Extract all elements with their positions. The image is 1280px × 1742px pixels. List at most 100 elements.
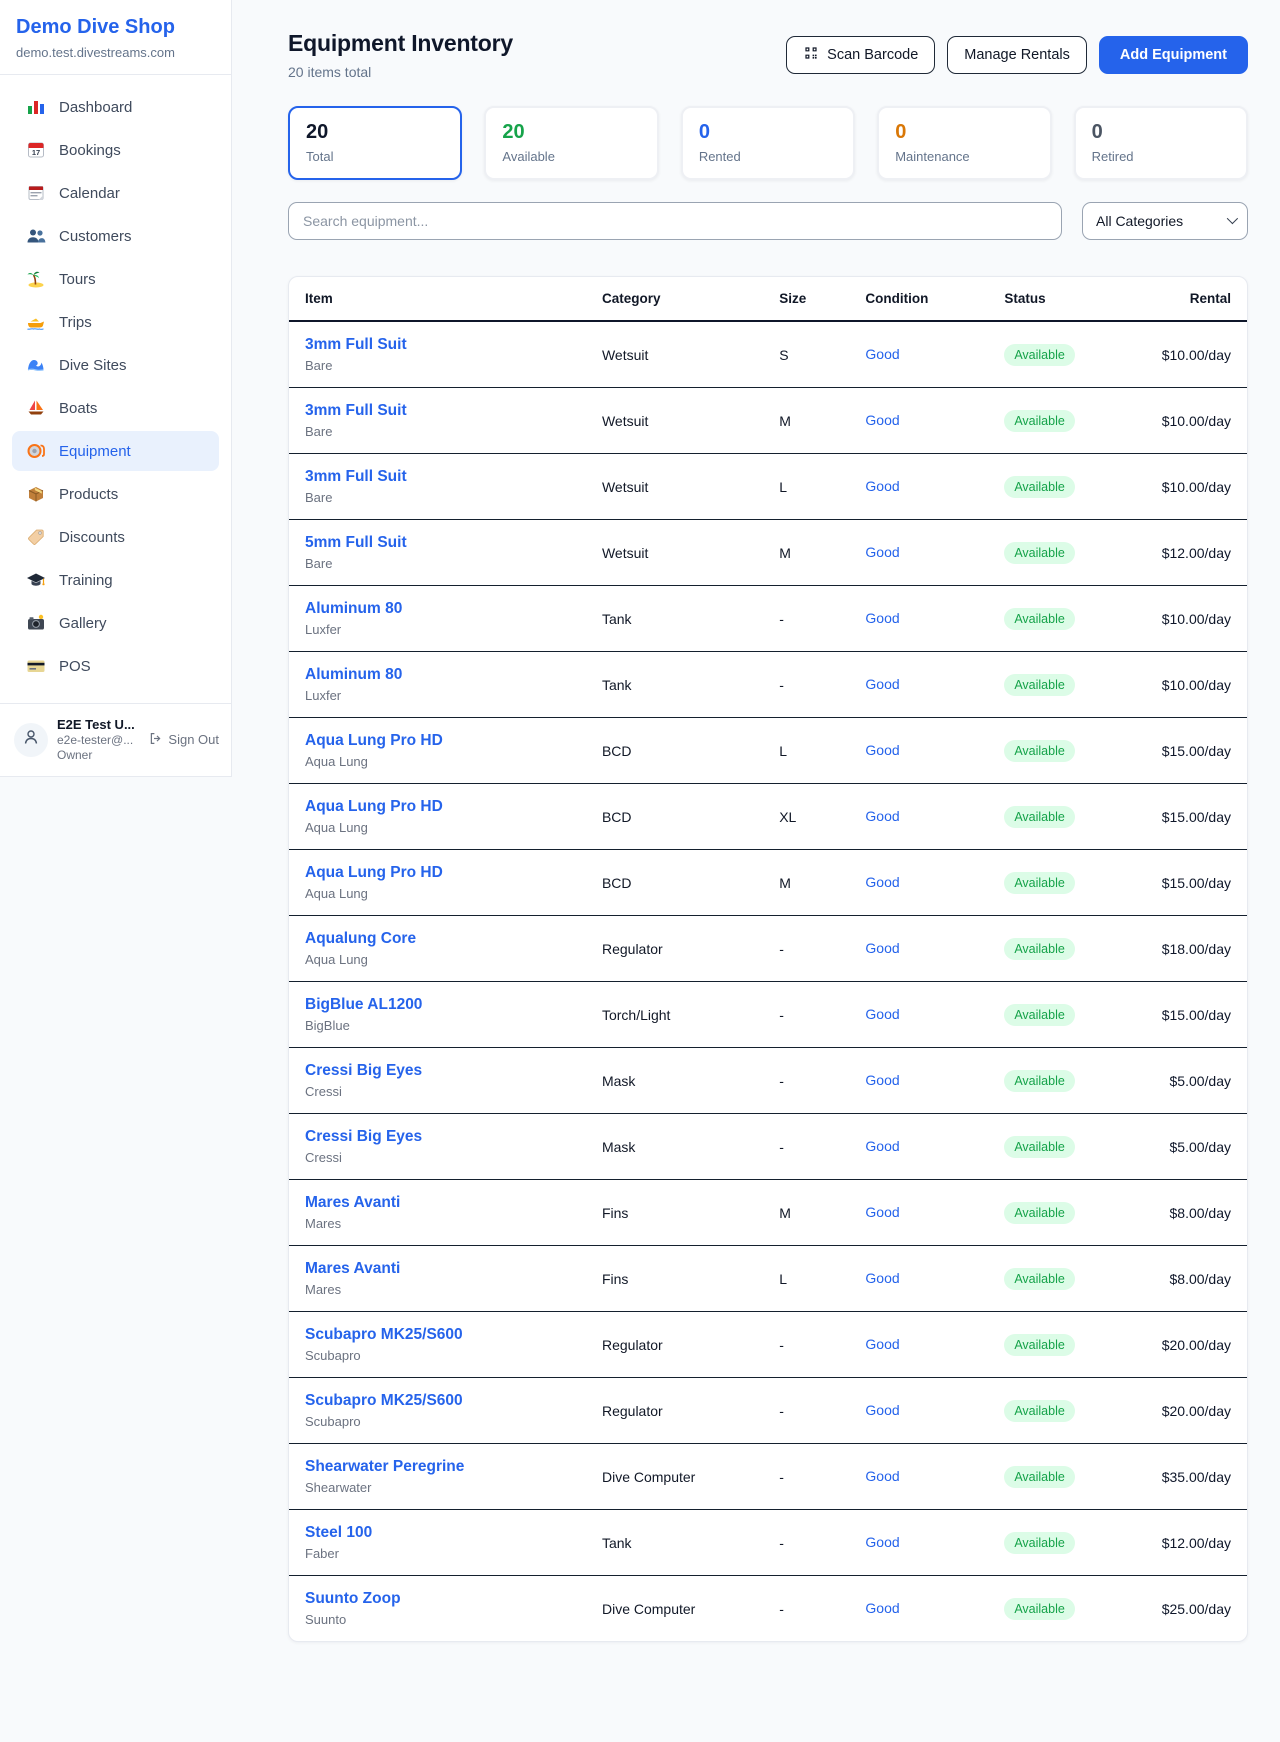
sidebar-item-training[interactable]: Training [12, 560, 219, 600]
item-name-link[interactable]: Mares Avanti [305, 1260, 570, 1278]
sidebar-item-discounts[interactable]: Discounts [12, 517, 219, 557]
item-name-link[interactable]: Cressi Big Eyes [305, 1128, 570, 1146]
item-cell: Mares Avanti Mares [289, 1246, 586, 1312]
item-cell: Steel 100 Faber [289, 1510, 586, 1576]
condition-link[interactable]: Good [865, 1138, 899, 1154]
sidebar-item-tours[interactable]: Tours [12, 259, 219, 299]
item-name-link[interactable]: Scubapro MK25/S600 [305, 1392, 570, 1410]
size-cell: M [763, 850, 849, 916]
condition-link[interactable]: Good [865, 412, 899, 428]
sidebar-item-trips[interactable]: Trips [12, 302, 219, 342]
item-brand: Aqua Lung [305, 886, 570, 901]
rental-cell: $18.00/day [1122, 916, 1247, 982]
item-name-link[interactable]: 3mm Full Suit [305, 468, 570, 486]
sidebar-item-label: Tours [59, 271, 96, 288]
item-name-link[interactable]: 3mm Full Suit [305, 402, 570, 420]
equipment-table-card: Item Category Size Condition Status Rent… [288, 276, 1248, 1642]
category-cell: Tank [586, 652, 763, 718]
status-cell: Available [988, 1444, 1122, 1510]
item-name-link[interactable]: Aqua Lung Pro HD [305, 864, 570, 882]
condition-link[interactable]: Good [865, 676, 899, 692]
condition-link[interactable]: Good [865, 1402, 899, 1418]
condition-cell: Good [849, 1576, 988, 1642]
condition-link[interactable]: Good [865, 874, 899, 890]
stat-card-rented[interactable]: 0 Rented [681, 106, 855, 180]
stat-value: 20 [306, 121, 444, 144]
condition-link[interactable]: Good [865, 346, 899, 362]
item-brand: Aqua Lung [305, 952, 570, 967]
item-name-link[interactable]: Aqua Lung Pro HD [305, 732, 570, 750]
sign-out-button[interactable]: Sign Out [148, 731, 219, 749]
condition-link[interactable]: Good [865, 940, 899, 956]
condition-cell: Good [849, 1510, 988, 1576]
item-cell: Scubapro MK25/S600 Scubapro [289, 1378, 586, 1444]
table-row: Aqua Lung Pro HD Aqua Lung BCD XL Good A… [289, 784, 1247, 850]
item-name-link[interactable]: 3mm Full Suit [305, 336, 570, 354]
condition-link[interactable]: Good [865, 808, 899, 824]
item-name-link[interactable]: Aluminum 80 [305, 666, 570, 684]
add-equipment-button[interactable]: Add Equipment [1099, 36, 1248, 74]
item-name-link[interactable]: Aqualung Core [305, 930, 570, 948]
status-badge: Available [1004, 1466, 1075, 1488]
item-name-link[interactable]: Scubapro MK25/S600 [305, 1326, 570, 1344]
item-name-link[interactable]: Mares Avanti [305, 1194, 570, 1212]
rental-cell: $10.00/day [1122, 321, 1247, 388]
condition-link[interactable]: Good [865, 1534, 899, 1550]
sidebar-item-gallery[interactable]: Gallery [12, 603, 219, 643]
item-name-link[interactable]: Steel 100 [305, 1524, 570, 1542]
sidebar-item-dashboard[interactable]: Dashboard [12, 87, 219, 127]
condition-link[interactable]: Good [865, 610, 899, 626]
stat-label: Available [502, 149, 640, 164]
item-name-link[interactable]: 5mm Full Suit [305, 534, 570, 552]
status-cell: Available [988, 916, 1122, 982]
scan-barcode-button[interactable]: Scan Barcode [786, 36, 935, 74]
item-brand: Aqua Lung [305, 754, 570, 769]
condition-link[interactable]: Good [865, 1468, 899, 1484]
status-badge: Available [1004, 806, 1075, 828]
main-content: Equipment Inventory 20 items total Scan … [232, 0, 1280, 1670]
category-select[interactable]: All Categories [1082, 202, 1248, 240]
condition-link[interactable]: Good [865, 1336, 899, 1352]
stat-card-maintenance[interactable]: 0 Maintenance [877, 106, 1051, 180]
stat-label: Total [306, 149, 444, 164]
stat-value: 0 [895, 121, 1033, 144]
item-name-link[interactable]: BigBlue AL1200 [305, 996, 570, 1014]
sidebar: Demo Dive Shop demo.test.divestreams.com… [0, 0, 232, 777]
sidebar-item-calendar[interactable]: Calendar [12, 173, 219, 213]
status-cell: Available [988, 784, 1122, 850]
item-name-link[interactable]: Suunto Zoop [305, 1590, 570, 1608]
stat-card-available[interactable]: 20 Available [484, 106, 658, 180]
sidebar-item-pos[interactable]: POS [12, 646, 219, 686]
condition-cell: Good [849, 1048, 988, 1114]
sidebar-item-products[interactable]: Products [12, 474, 219, 514]
item-name-link[interactable]: Shearwater Peregrine [305, 1458, 570, 1476]
stat-card-total[interactable]: 20 Total [288, 106, 462, 180]
item-name-link[interactable]: Aluminum 80 [305, 600, 570, 618]
condition-link[interactable]: Good [865, 544, 899, 560]
status-cell: Available [988, 1312, 1122, 1378]
size-cell: - [763, 1444, 849, 1510]
search-input[interactable] [288, 202, 1062, 240]
sidebar-item-label: Training [59, 572, 113, 589]
condition-link[interactable]: Good [865, 1270, 899, 1286]
status-cell: Available [988, 321, 1122, 388]
category-cell: Mask [586, 1114, 763, 1180]
condition-link[interactable]: Good [865, 742, 899, 758]
sidebar-item-customers[interactable]: Customers [12, 216, 219, 256]
column-header-condition: Condition [849, 277, 988, 321]
sidebar-item-dive-sites[interactable]: Dive Sites [12, 345, 219, 385]
category-cell: BCD [586, 784, 763, 850]
condition-link[interactable]: Good [865, 1072, 899, 1088]
sidebar-item-equipment[interactable]: Equipment [12, 431, 219, 471]
item-name-link[interactable]: Cressi Big Eyes [305, 1062, 570, 1080]
sidebar-item-boats[interactable]: Boats [12, 388, 219, 428]
item-brand: Shearwater [305, 1480, 570, 1495]
stat-card-retired[interactable]: 0 Retired [1074, 106, 1248, 180]
condition-link[interactable]: Good [865, 1006, 899, 1022]
condition-link[interactable]: Good [865, 1204, 899, 1220]
condition-link[interactable]: Good [865, 478, 899, 494]
item-name-link[interactable]: Aqua Lung Pro HD [305, 798, 570, 816]
condition-link[interactable]: Good [865, 1600, 899, 1616]
manage-rentals-button[interactable]: Manage Rentals [947, 36, 1087, 74]
sidebar-item-bookings[interactable]: 17 Bookings [12, 130, 219, 170]
